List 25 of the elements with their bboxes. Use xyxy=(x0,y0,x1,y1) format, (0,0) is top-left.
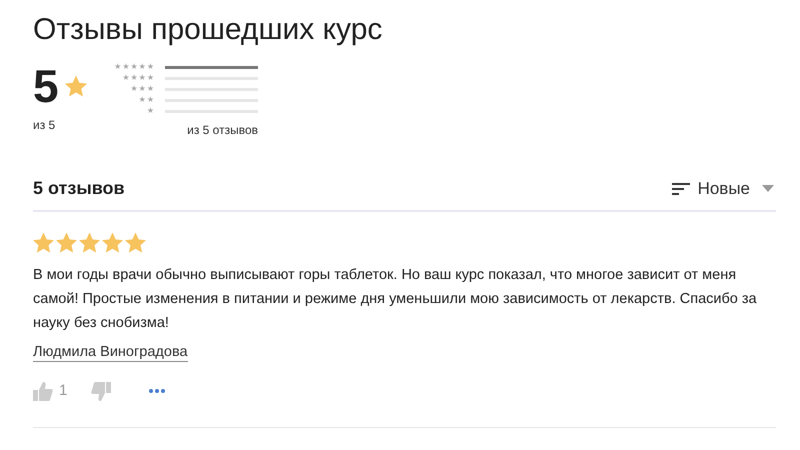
more-icon xyxy=(149,389,166,394)
star-label: ★★ xyxy=(138,95,155,105)
thumbs-up-icon xyxy=(33,382,53,401)
star-icon xyxy=(56,232,77,253)
star-label: ★★★ xyxy=(129,84,155,94)
more-button[interactable] xyxy=(149,389,166,394)
star-icon xyxy=(79,232,100,253)
caret-icon xyxy=(762,185,774,192)
star-icon xyxy=(64,75,87,97)
review-text: В мои годы врачи обычно выписывают горы таблеток. Но ваш курс показал, что многое зависит от меня самой! Простые изменения в питании и режиме дня уменьшили мою зависимость от лекарств. Спасибо за науку без снобизма! xyxy=(33,266,758,333)
star-icon xyxy=(102,232,123,253)
review-count-text: из 5 отзывов xyxy=(187,122,258,139)
thumbs-down-icon xyxy=(91,382,112,401)
page-title: Отзывы прошедших курс xyxy=(33,12,384,48)
sort-dropdown[interactable]: Новые xyxy=(672,176,776,202)
rating-scale: из 5 xyxy=(33,117,56,134)
sort-icon xyxy=(672,182,690,196)
author-link[interactable]: Людмила Виноградова xyxy=(33,343,188,362)
star-label: ★★★★ xyxy=(121,73,155,83)
rating-score: 5 xyxy=(33,62,59,110)
star-label: ★★★★★ xyxy=(113,62,155,72)
star-icon xyxy=(125,232,146,253)
star-label: ★ xyxy=(146,106,155,116)
star-icon xyxy=(33,232,54,253)
reviews-count: 5 отзывов xyxy=(33,177,125,200)
